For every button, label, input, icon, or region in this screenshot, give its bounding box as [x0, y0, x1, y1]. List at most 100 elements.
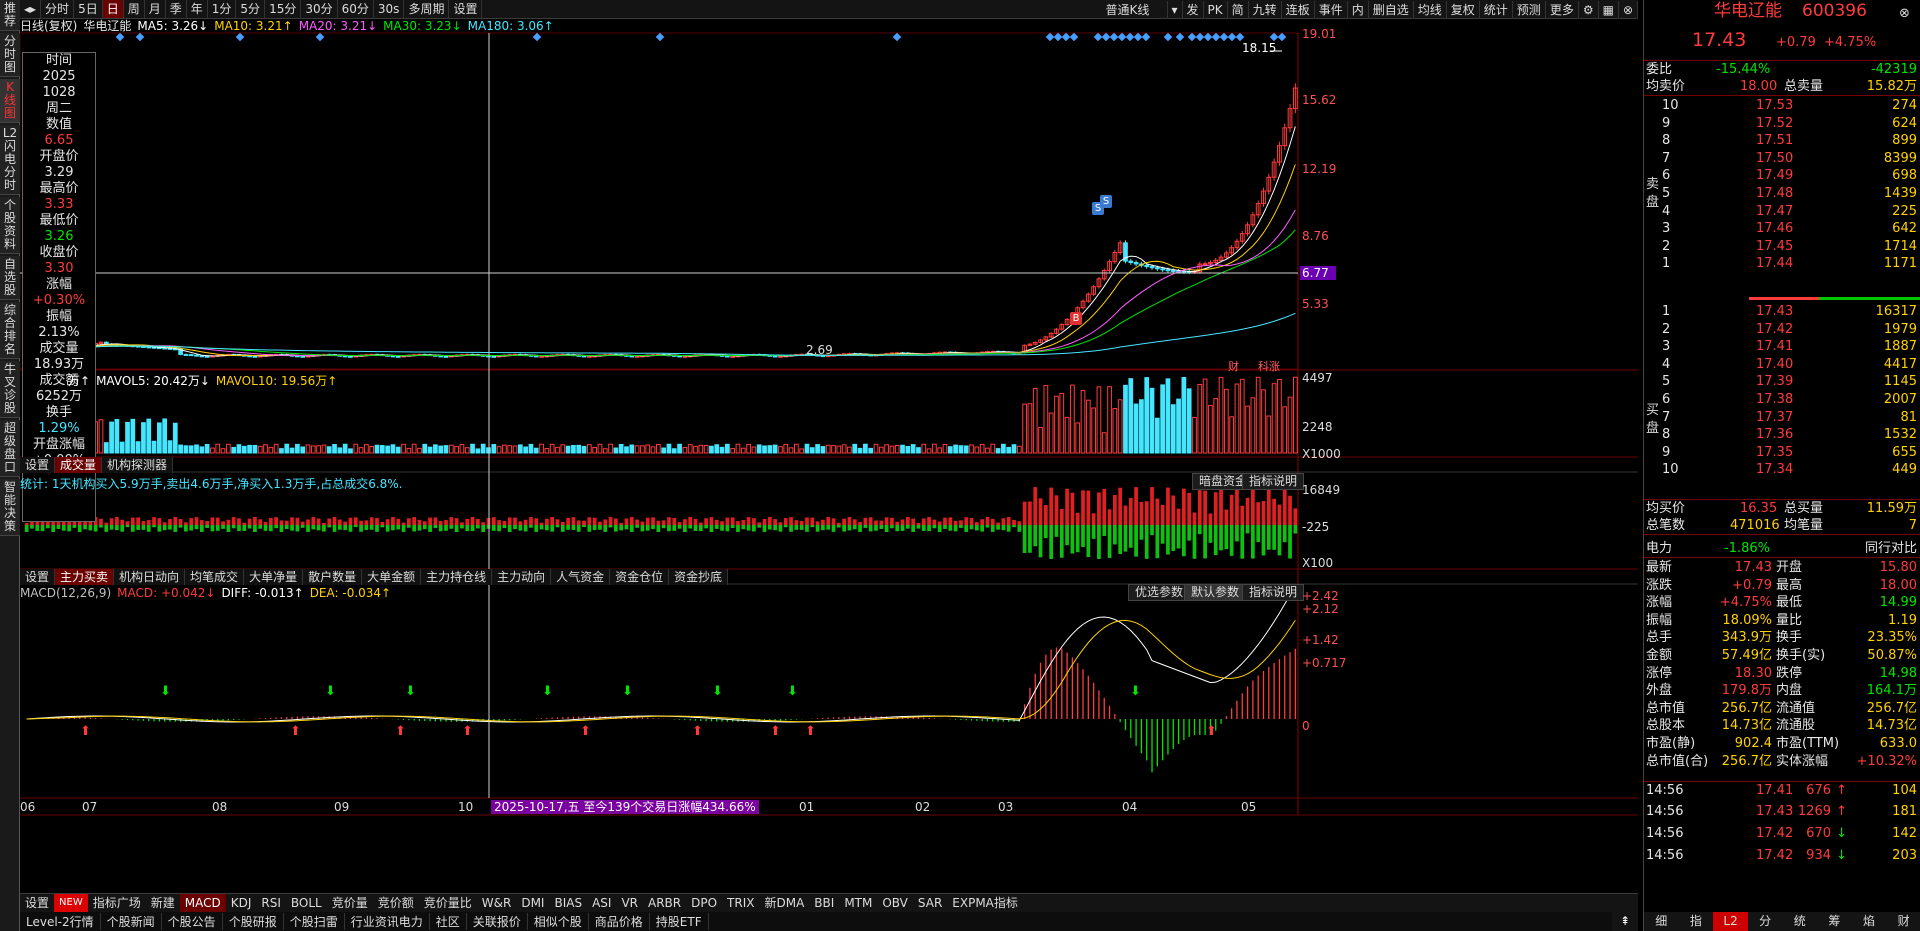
ask-row[interactable]: 6 17.49 698: [1644, 167, 1920, 185]
toolbar-button-2[interactable]: 简: [1228, 0, 1249, 19]
sidebar-item-4[interactable]: 个股资料: [0, 197, 20, 254]
indicator-tab-23[interactable]: SAR: [913, 894, 947, 912]
ask-row[interactable]: 10 17.53 274: [1644, 97, 1920, 115]
status-tab-1[interactable]: 个股新闻: [101, 913, 162, 930]
indicator-tab-0[interactable]: 设置: [20, 894, 54, 912]
flow-tab-3[interactable]: 均笔成交: [185, 569, 245, 585]
indicator-tab-17[interactable]: DPO: [686, 894, 722, 912]
period-tab-5[interactable]: 季: [166, 0, 187, 18]
period-tab-9[interactable]: 15分: [265, 0, 302, 18]
indicator-tab-21[interactable]: MTM: [839, 894, 877, 912]
status-tab-6[interactable]: 社区: [430, 913, 467, 930]
bid-row[interactable]: 1 17.43 16317: [1644, 303, 1920, 321]
indicator-tab-20[interactable]: BBI: [809, 894, 839, 912]
bid-row[interactable]: 8 17.36 1532: [1644, 426, 1920, 444]
period-tab-6[interactable]: 年: [187, 0, 208, 18]
quote-tab-4[interactable]: 统: [1783, 912, 1818, 931]
ask-row[interactable]: 5 17.48 1439: [1644, 185, 1920, 203]
quote-tab-0[interactable]: 细: [1644, 912, 1679, 931]
status-tab-7[interactable]: 关联报价: [467, 913, 528, 930]
toolbar-button-7[interactable]: 删自选: [1369, 0, 1414, 19]
indicator-tab-7[interactable]: BOLL: [286, 894, 327, 912]
period-tab-2[interactable]: 日: [102, 0, 124, 18]
bid-row[interactable]: 2 17.42 1979: [1644, 321, 1920, 339]
status-tab-8[interactable]: 相似个股: [528, 913, 589, 930]
indicator-tab-2[interactable]: 指标广场: [88, 894, 146, 912]
status-tab-2[interactable]: 个股公告: [162, 913, 223, 930]
pin-icon[interactable]: ◂▸: [20, 0, 42, 18]
quote-tab-7[interactable]: 财: [1886, 912, 1920, 931]
expand-icon[interactable]: ⇞: [1612, 912, 1638, 931]
sidebar-item-1[interactable]: 分时图: [0, 33, 20, 77]
grid-icon[interactable]: ▦: [1599, 0, 1619, 19]
flow-button-1[interactable]: 指标说明: [1242, 473, 1305, 490]
ask-row[interactable]: 4 17.47 225: [1644, 203, 1920, 221]
toolbar-button-0[interactable]: 发: [1183, 0, 1204, 19]
indicator-tab-14[interactable]: ASI: [587, 894, 616, 912]
period-tab-3[interactable]: 周: [124, 0, 145, 18]
bid-row[interactable]: 7 17.37 81: [1644, 409, 1920, 427]
sidebar-item-9[interactable]: 智能决策: [0, 479, 20, 536]
indicator-tab-12[interactable]: DMI: [516, 894, 549, 912]
ask-row[interactable]: 2 17.45 1714: [1644, 238, 1920, 256]
status-tab-10[interactable]: 持股ETF: [650, 913, 709, 930]
kline-type-select[interactable]: 普通K线: [1102, 0, 1168, 19]
status-tab-5[interactable]: 行业资讯电力: [345, 913, 430, 930]
sidebar-item-0[interactable]: 推荐: [0, 0, 20, 31]
macd-button-0[interactable]: 优选参数: [1128, 584, 1191, 601]
status-tab-4[interactable]: 个股扫雷: [284, 913, 345, 930]
chart-canvas[interactable]: ⬆ ⬇ ⬆ ⬇ ⬆ ⬇ ⬆ ⬇ ⬆ ⬇ ⬆ ⬇ ⬆ ⬇ ⬆ ⬇ ⬆: [19, 19, 1638, 892]
quote-tab-1[interactable]: 指: [1679, 912, 1714, 931]
period-tab-13[interactable]: 多周期: [404, 0, 450, 18]
toolbar-button-9[interactable]: 复权: [1447, 0, 1480, 19]
sector-row[interactable]: 电力 -1.86% 同行对比: [1644, 540, 1920, 558]
period-tab-4[interactable]: 月: [145, 0, 166, 18]
flow-tab-8[interactable]: 主力动向: [492, 569, 552, 585]
indicator-tab-1[interactable]: NEW: [54, 894, 88, 912]
toolbar-button-8[interactable]: 均线: [1414, 0, 1447, 19]
period-tab-11[interactable]: 60分: [338, 0, 374, 18]
ask-row[interactable]: 3 17.46 642: [1644, 220, 1920, 238]
indicator-tab-18[interactable]: TRIX: [722, 894, 759, 912]
quote-tab-6[interactable]: 焰: [1852, 912, 1887, 931]
quote-tab-5[interactable]: 筹: [1817, 912, 1852, 931]
status-tab-0[interactable]: Level-2行情: [20, 913, 101, 930]
indicator-tab-13[interactable]: BIAS: [549, 894, 587, 912]
indicator-tab-19[interactable]: 新DMA: [759, 894, 809, 912]
status-tab-3[interactable]: 个股研报: [223, 913, 284, 930]
volume-tab-1[interactable]: 成交量: [55, 457, 103, 473]
volume-tab-0[interactable]: 设置: [20, 457, 56, 473]
status-tab-9[interactable]: 商品价格: [589, 913, 650, 930]
chart-area[interactable]: ⬆ ⬇ ⬆ ⬇ ⬆ ⬇ ⬆ ⬇ ⬆ ⬇ ⬆ ⬇ ⬆ ⬇ ⬆ ⬇ ⬆ 日线(复权) 华电辽能 MA5: 3.26↓…: [19, 19, 1638, 892]
flow-tab-10[interactable]: 资金仓位: [610, 569, 670, 585]
bid-row[interactable]: 5 17.39 1145: [1644, 373, 1920, 391]
finance-tag[interactable]: 财: [1228, 358, 1239, 374]
sector-compare-link[interactable]: 同行对比: [1865, 540, 1917, 558]
dropdown-icon[interactable]: ▾: [1168, 0, 1183, 19]
sidebar-item-5[interactable]: 自选股: [0, 256, 20, 300]
sidebar-item-3[interactable]: L2闪电分时: [0, 125, 20, 195]
flow-tab-7[interactable]: 主力持仓线: [421, 569, 493, 585]
ask-row[interactable]: 8 17.51 899: [1644, 132, 1920, 150]
bid-row[interactable]: 4 17.40 4417: [1644, 356, 1920, 374]
period-tab-14[interactable]: 设置: [449, 0, 483, 18]
flow-tab-2[interactable]: 机构日动向: [114, 569, 186, 585]
ask-row[interactable]: 7 17.50 8399: [1644, 150, 1920, 168]
indicator-tab-5[interactable]: KDJ: [226, 894, 257, 912]
bid-row[interactable]: 3 17.41 1887: [1644, 338, 1920, 356]
ask-row[interactable]: 9 17.52 624: [1644, 115, 1920, 133]
macd-button-2[interactable]: 指标说明: [1242, 584, 1305, 601]
volume-tab-2[interactable]: 机构探测器: [102, 457, 174, 473]
toolbar-button-4[interactable]: 连板: [1282, 0, 1315, 19]
indicator-tab-8[interactable]: 竞价量: [327, 894, 373, 912]
sidebar-item-6[interactable]: 综合排名: [0, 302, 20, 359]
period-tab-12[interactable]: 30s: [374, 0, 405, 18]
toolbar-button-10[interactable]: 统计: [1480, 0, 1513, 19]
indicator-tab-16[interactable]: ARBR: [643, 894, 686, 912]
flow-tab-9[interactable]: 人气资金: [551, 569, 611, 585]
settings-icon[interactable]: ⚙: [1579, 0, 1599, 19]
flow-tab-0[interactable]: 设置: [20, 569, 56, 585]
flow-tab-1[interactable]: 主力买卖: [55, 569, 115, 585]
period-tab-8[interactable]: 5分: [236, 0, 266, 18]
toolbar-button-12[interactable]: 更多: [1546, 0, 1579, 19]
